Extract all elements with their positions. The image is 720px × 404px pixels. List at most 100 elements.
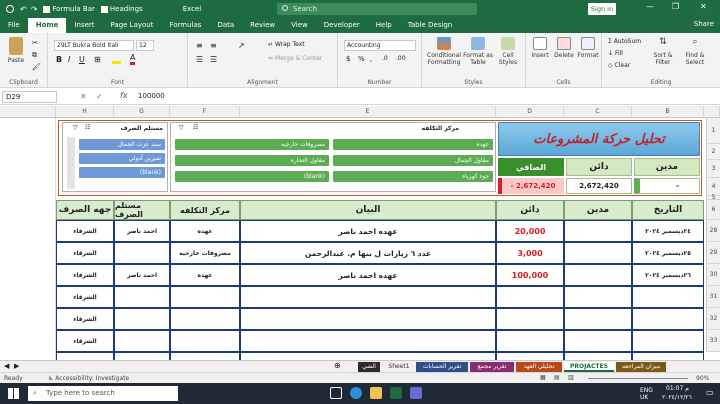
conditional-formatting-button[interactable]: Conditional Formatting bbox=[426, 37, 462, 66]
restore-icon[interactable]: ❐ bbox=[672, 2, 679, 11]
cell-expense-receiver[interactable] bbox=[114, 308, 170, 330]
menu-insert[interactable]: Insert bbox=[66, 18, 102, 33]
slicer-scrollbar[interactable] bbox=[67, 137, 75, 189]
cell-date[interactable]: ٢٤ديسمبر ٢٠٢٤ bbox=[632, 220, 704, 242]
cell-expense-party[interactable]: الشرقاء bbox=[56, 308, 114, 330]
multi-select-icon[interactable]: ☷ bbox=[85, 124, 90, 131]
menu-table-design[interactable]: Table Design bbox=[400, 18, 461, 33]
close-icon[interactable]: ✕ bbox=[700, 2, 707, 11]
row-header[interactable]: 3 bbox=[706, 160, 720, 178]
menu-help[interactable]: Help bbox=[368, 18, 400, 33]
cell-debit[interactable] bbox=[564, 220, 632, 242]
row-header[interactable]: 2 bbox=[706, 144, 720, 160]
column-header-e[interactable]: E bbox=[240, 106, 496, 118]
clear-filter-icon[interactable]: ▽ bbox=[179, 124, 184, 131]
slicer-item[interactable]: (blank) bbox=[175, 171, 329, 182]
bold-button[interactable]: B bbox=[56, 55, 62, 64]
menu-file[interactable]: File bbox=[0, 18, 28, 33]
name-box[interactable]: D29 bbox=[2, 91, 57, 103]
cell-description[interactable]: عدد ٦ زيارات ل بنها م. عبدالرحمن bbox=[240, 242, 496, 264]
function-icon[interactable]: fx bbox=[120, 91, 128, 100]
net-value[interactable]: - 2,672,420 bbox=[498, 178, 564, 194]
view-normal-icon[interactable]: ▦ bbox=[540, 374, 546, 381]
column-header-d[interactable]: D bbox=[496, 106, 564, 118]
format-cells-button[interactable]: Format bbox=[576, 37, 600, 59]
search-input[interactable]: Search bbox=[277, 3, 477, 15]
header-credit[interactable]: دائن bbox=[496, 200, 564, 220]
fill-button[interactable]: ↓ Fill bbox=[608, 50, 623, 57]
worksheet-grid[interactable]: H G F E D C B 1 2 3 4 5 6 28 29 30 31 32… bbox=[0, 106, 720, 374]
column-header-c[interactable]: C bbox=[564, 106, 632, 118]
menu-view[interactable]: View bbox=[283, 18, 316, 33]
clear-filter-icon[interactable]: ▽ bbox=[73, 124, 78, 131]
scroll-left-icon[interactable]: ◀ bbox=[4, 362, 9, 370]
sort-filter-button[interactable]: ⇅ Sort & Filter bbox=[648, 37, 678, 66]
cut-icon[interactable]: ✂ bbox=[32, 39, 38, 47]
slicer-cost-center[interactable]: مركز التكلفه ☷ ▽ عهده مصروفات خارجيه مقا… bbox=[170, 122, 496, 192]
align-middle-icon[interactable]: ≡ bbox=[210, 41, 217, 50]
cell-expense-receiver[interactable] bbox=[114, 286, 170, 308]
scroll-right-icon[interactable]: ▶ bbox=[14, 362, 19, 370]
row-header[interactable]: 6 bbox=[706, 200, 720, 220]
view-pagebreak-icon[interactable]: ▥ bbox=[568, 374, 574, 381]
column-header-f[interactable]: F bbox=[170, 106, 240, 118]
font-color-icon[interactable]: A bbox=[130, 54, 136, 65]
task-view-icon[interactable] bbox=[330, 387, 342, 399]
cell-description[interactable] bbox=[240, 308, 496, 330]
autosum-button[interactable]: Σ AutoSum bbox=[608, 38, 641, 45]
column-header-h[interactable]: H bbox=[56, 106, 114, 118]
cell-expense-party[interactable]: الشرقاء bbox=[56, 330, 114, 352]
decrease-decimal-icon[interactable]: .00 bbox=[396, 55, 406, 62]
menu-data[interactable]: Data bbox=[209, 18, 242, 33]
header-date[interactable]: التاريخ bbox=[632, 200, 704, 220]
cell-expense-receiver[interactable]: احمد ناصر bbox=[114, 264, 170, 286]
enter-icon[interactable]: ✓ bbox=[96, 92, 103, 101]
cell-credit[interactable]: 100,000 bbox=[496, 264, 564, 286]
header-expense-receiver[interactable]: مستلم الصرف bbox=[114, 200, 170, 220]
row-header[interactable]: 30 bbox=[706, 264, 720, 286]
insert-cells-button[interactable]: Insert bbox=[528, 37, 552, 59]
redo-icon[interactable]: ↷ bbox=[31, 5, 38, 14]
cell-date[interactable] bbox=[632, 308, 704, 330]
credit-value[interactable]: 2,672,420 bbox=[566, 178, 632, 194]
cell-styles-button[interactable]: Cell Styles bbox=[494, 37, 522, 66]
italic-button[interactable]: I bbox=[68, 55, 70, 64]
fill-color-icon[interactable] bbox=[112, 55, 121, 64]
find-select-button[interactable]: ⌕ Find & Select bbox=[680, 37, 710, 66]
header-cost-center[interactable]: مركز التكلفه bbox=[170, 200, 240, 220]
row-header[interactable]: 29 bbox=[706, 242, 720, 264]
cell-debit[interactable] bbox=[564, 330, 632, 352]
cell-description[interactable] bbox=[240, 330, 496, 352]
comma-icon[interactable]: , bbox=[370, 55, 372, 63]
add-sheet-icon[interactable]: ⊕ bbox=[334, 361, 341, 370]
language-indicator[interactable]: ENG UK bbox=[640, 387, 656, 401]
explorer-icon[interactable] bbox=[370, 387, 382, 399]
cell-date[interactable] bbox=[632, 330, 704, 352]
multi-select-icon[interactable]: ☷ bbox=[193, 124, 198, 131]
share-button[interactable]: Share bbox=[694, 20, 714, 28]
cell-expense-party[interactable]: الشرقاء bbox=[56, 242, 114, 264]
borders-icon[interactable]: ⊞ bbox=[94, 55, 101, 64]
menu-home[interactable]: Home bbox=[27, 18, 67, 33]
cell-cost-center[interactable]: عهده bbox=[170, 264, 240, 286]
cell-credit[interactable]: 3,000 bbox=[496, 242, 564, 264]
cell-cost-center[interactable] bbox=[170, 286, 240, 308]
font-name-select[interactable]: 29LT Bukra Bold Itali bbox=[54, 40, 134, 51]
sheet-tab[interactable]: ميزان المراجعه bbox=[616, 362, 666, 372]
align-left-icon[interactable]: ☰ bbox=[196, 55, 203, 64]
windows-start-icon[interactable] bbox=[8, 388, 19, 399]
cell-cost-center[interactable] bbox=[170, 308, 240, 330]
view-layout-icon[interactable]: ▤ bbox=[554, 374, 560, 381]
edge-icon[interactable] bbox=[350, 387, 362, 399]
cell-debit[interactable] bbox=[564, 308, 632, 330]
sheet-tab-active[interactable]: PROJACTES bbox=[564, 362, 614, 372]
sheet-tab[interactable]: Sheet1 bbox=[384, 362, 414, 372]
format-as-table-button[interactable]: Format as Table bbox=[462, 37, 494, 66]
cell-debit[interactable] bbox=[564, 264, 632, 286]
headings-toggle[interactable]: Headings bbox=[100, 5, 143, 13]
delete-cells-button[interactable]: Delete bbox=[552, 37, 576, 59]
column-header-g[interactable]: G bbox=[114, 106, 170, 118]
sheet-tab[interactable]: تحليلي العهد bbox=[516, 362, 562, 372]
merge-center-button[interactable]: ⇔ Merge & Center bbox=[268, 55, 322, 62]
align-top-icon[interactable]: ≡ bbox=[196, 41, 203, 50]
